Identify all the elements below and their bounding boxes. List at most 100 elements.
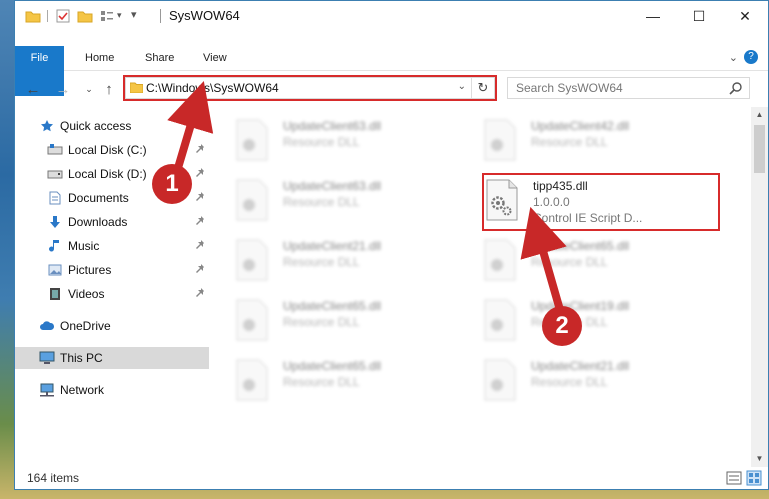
title-bar: ▾ ▾ SysWOW64 — ☐ ✕	[15, 1, 768, 31]
sidebar-item-label: This PC	[60, 351, 103, 365]
file-type: Resource DLL	[531, 135, 608, 149]
list-item[interactable]: UpdateClient65.dll Resource DLL	[483, 235, 693, 285]
list-item[interactable]: UpdateClient21.dll Resource DLL	[235, 235, 445, 285]
dll-file-icon	[484, 119, 516, 161]
title-divider	[160, 9, 161, 23]
file-version: 1.0.0.0	[533, 195, 570, 209]
callout-step-1: 1	[152, 164, 192, 204]
tiles-view-icon[interactable]	[746, 470, 762, 486]
sidebar-item-quick-access[interactable]: Quick access	[15, 115, 209, 137]
list-item[interactable]: UpdateClient42.dll Resource DLL	[483, 115, 693, 165]
file-name: UpdateClient21.dll	[531, 359, 630, 373]
back-button[interactable]: ←	[23, 79, 43, 99]
explorer-window: ▾ ▾ SysWOW64 — ☐ ✕ File Home Share View …	[14, 0, 769, 490]
pin-icon[interactable]	[195, 143, 207, 155]
tab-home[interactable]: Home	[85, 46, 114, 70]
up-button[interactable]: ↑	[99, 79, 119, 99]
file-name: UpdateClient42.dll	[531, 119, 630, 133]
help-icon[interactable]: ?	[744, 50, 758, 64]
dll-file-icon	[236, 119, 268, 161]
dll-file-icon	[236, 179, 268, 221]
sidebar-item-pictures[interactable]: Pictures	[15, 259, 209, 281]
file-name: UpdateClient63.dll	[283, 119, 382, 133]
callout-step-2: 2	[542, 306, 582, 346]
scroll-down-icon[interactable]: ▼	[751, 451, 768, 467]
drive-icon	[47, 142, 63, 158]
sidebar-item-label: Videos	[68, 287, 105, 301]
customize-icon[interactable]	[99, 8, 115, 24]
sidebar-item-local-disk-c[interactable]: Local Disk (C:)	[15, 139, 209, 161]
folder-icon	[130, 82, 143, 93]
list-item[interactable]: UpdateClient65.dll Resource DLL	[235, 295, 445, 345]
ribbon-expand-icon[interactable]: ⌄	[729, 51, 738, 64]
file-type: Resource DLL	[283, 315, 360, 329]
properties-icon[interactable]	[55, 8, 71, 24]
tab-share[interactable]: Share	[145, 46, 174, 70]
list-item[interactable]: UpdateClient63.dll Resource DLL	[235, 175, 445, 225]
recent-locations-icon[interactable]: ⌄	[79, 79, 99, 99]
list-item[interactable]: UpdateClient19.dll Resource DLL	[483, 295, 693, 345]
scroll-up-icon[interactable]: ▲	[751, 107, 768, 123]
pin-icon[interactable]	[195, 287, 207, 299]
sidebar-item-onedrive[interactable]: OneDrive	[15, 315, 209, 337]
quick-access-dropdown-icon[interactable]: ▾	[117, 10, 122, 26]
list-item-tipp435[interactable]: tipp435.dll 1.0.0.0 Control IE Script D.…	[485, 175, 695, 231]
file-name: UpdateClient19.dll	[531, 299, 630, 313]
item-count: 164 items	[27, 471, 80, 485]
tab-view[interactable]: View	[203, 46, 227, 70]
network-icon	[39, 382, 55, 398]
sidebar-item-label: Downloads	[68, 215, 128, 229]
dll-file-icon	[484, 359, 516, 401]
file-type: Resource DLL	[283, 255, 360, 269]
cloud-icon	[39, 318, 55, 334]
minimize-button[interactable]: —	[630, 1, 676, 31]
file-type: Resource DLL	[283, 195, 360, 209]
address-dropdown-icon[interactable]: ⌄	[458, 81, 466, 92]
computer-icon	[39, 350, 55, 366]
sidebar-item-label: Local Disk (C:)	[68, 143, 147, 157]
pin-icon[interactable]	[195, 167, 207, 179]
close-button[interactable]: ✕	[722, 1, 768, 31]
refresh-icon[interactable]: ↻	[471, 78, 494, 98]
search-input[interactable]: Search SysWOW64	[507, 77, 750, 99]
file-name: UpdateClient65.dll	[531, 239, 630, 253]
pin-icon[interactable]	[195, 215, 207, 227]
address-bar[interactable]: C:\Windows\SysWOW64 ⌄ ↻	[125, 77, 495, 99]
search-icon[interactable]	[729, 81, 743, 95]
address-path[interactable]: C:\Windows\SysWOW64	[146, 81, 279, 95]
scroll-thumb[interactable]	[754, 125, 765, 173]
maximize-button[interactable]: ☐	[676, 1, 722, 31]
pin-icon[interactable]	[195, 239, 207, 251]
list-item[interactable]: UpdateClient21.dll Resource DLL	[483, 355, 693, 405]
video-film-icon	[47, 286, 63, 302]
new-folder-icon[interactable]	[77, 8, 93, 24]
pin-icon[interactable]	[195, 191, 207, 203]
toolbar-divider	[47, 10, 48, 22]
dll-file-icon	[484, 239, 516, 281]
documents-icon	[47, 190, 63, 206]
dll-file-icon	[236, 359, 268, 401]
details-view-icon[interactable]	[726, 470, 742, 486]
status-bar: 164 items	[15, 467, 768, 489]
dll-gear-file-icon	[486, 179, 518, 221]
sidebar-item-label: Local Disk (D:)	[68, 167, 147, 181]
list-item[interactable]: UpdateClient63.dll Resource DLL	[235, 115, 445, 165]
sidebar-item-label: OneDrive	[60, 319, 111, 333]
sidebar-item-videos[interactable]: Videos	[15, 283, 209, 305]
navigation-bar: ← → ⌄ ↑ C:\Windows\SysWOW64 ⌄ ↻ Search S…	[15, 73, 768, 105]
sidebar-item-downloads[interactable]: Downloads	[15, 211, 209, 233]
sidebar-item-music[interactable]: Music	[15, 235, 209, 257]
file-type: Resource DLL	[283, 375, 360, 389]
drive-icon	[47, 166, 63, 182]
list-item[interactable]: UpdateClient65.dll Resource DLL	[235, 355, 445, 405]
pictures-icon	[47, 262, 63, 278]
sidebar-item-label: Documents	[68, 191, 129, 205]
sidebar-item-network[interactable]: Network	[15, 379, 209, 401]
sidebar-item-label: Network	[60, 383, 105, 397]
dll-file-icon	[236, 299, 268, 341]
search-placeholder: Search SysWOW64	[516, 81, 623, 95]
sidebar-item-this-pc[interactable]: This PC	[15, 347, 209, 369]
pin-icon[interactable]	[195, 263, 207, 275]
forward-button[interactable]: →	[53, 79, 73, 99]
vertical-scrollbar[interactable]: ▲ ▼	[751, 107, 768, 467]
